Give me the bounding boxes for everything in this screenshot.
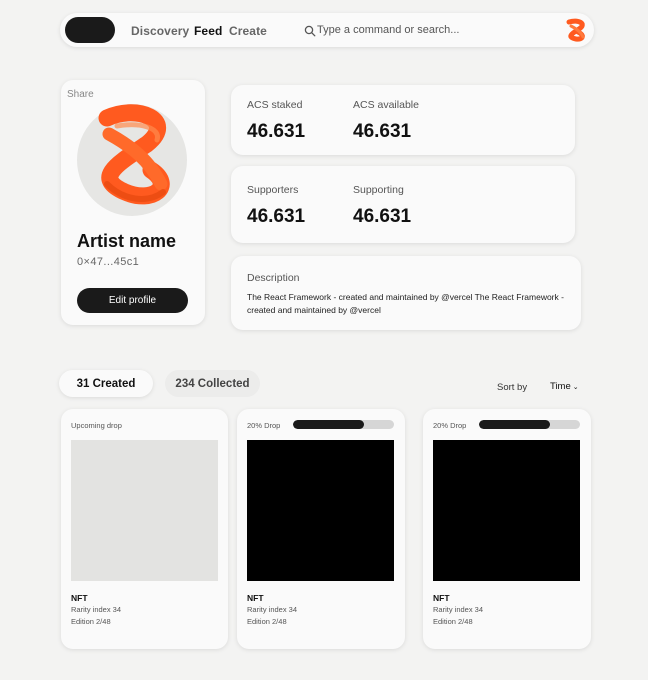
nft-title: NFT: [433, 593, 450, 603]
support-stats-card: Supporters 46.631 Supporting 46.631: [231, 166, 575, 243]
drop-progress-fill: [293, 420, 364, 429]
supporting-label: Supporting: [353, 184, 404, 196]
search-icon: [304, 25, 316, 37]
nft-title: NFT: [71, 593, 88, 603]
nft-edition: Edition 2/48: [71, 617, 111, 626]
acs-available-value: 46.631: [353, 121, 412, 142]
profile-avatar: [77, 104, 187, 216]
description-label: Description: [247, 272, 300, 284]
nft-rarity: Rarity index 34: [71, 605, 122, 614]
profile-page: Discovery Feed Create Share Artist name …: [0, 0, 648, 680]
user-avatar-icon[interactable]: [563, 17, 589, 43]
acs-stats-card: ACS staked 46.631 ACS available 46.631: [231, 85, 575, 155]
nft-image: [71, 440, 218, 581]
nav-link-create[interactable]: Create: [229, 24, 267, 38]
drop-progress-bar: [479, 420, 580, 429]
wallet-address: 0×47...45c1: [77, 256, 140, 268]
drop-progress-fill: [479, 420, 550, 429]
acs-staked-label: ACS staked: [247, 99, 303, 111]
profile-card: Share Artist name 0×47...45c1 Edit profi…: [61, 80, 205, 325]
drop-progress-bar: [293, 420, 394, 429]
chevron-down-icon: ⌄: [572, 384, 579, 391]
tab-collected[interactable]: 234 Collected: [165, 370, 260, 397]
nft-title: NFT: [247, 593, 264, 603]
sort-value: Time: [550, 381, 571, 392]
nft-image: [247, 440, 394, 581]
nft-edition: Edition 2/48: [433, 617, 473, 626]
top-nav: Discovery Feed Create: [60, 13, 594, 47]
nav-link-feed[interactable]: Feed: [194, 24, 222, 38]
nft-edition: Edition 2/48: [247, 617, 287, 626]
description-text: The React Framework - created and mainta…: [247, 292, 564, 315]
drop-label: 20% Drop: [247, 421, 281, 430]
supporters-value[interactable]: 46.631: [247, 206, 305, 228]
sort-label: Sort by: [497, 382, 528, 393]
nft-rarity: Rarity index 34: [433, 605, 484, 614]
nft-image: [433, 440, 580, 581]
nft-rarity: Rarity index 34: [247, 605, 298, 614]
tab-created[interactable]: 31 Created: [59, 370, 153, 397]
drop-label: 20% Drop: [433, 421, 467, 430]
edit-profile-button[interactable]: Edit profile: [77, 288, 188, 313]
acs-available-label: ACS available: [353, 99, 419, 111]
description-card: Description The React Framework - create…: [231, 256, 581, 330]
supporters-label: Supporters: [247, 184, 299, 196]
nft-card[interactable]: 20% Drop NFT Rarity index 34 Edition 2/4…: [423, 409, 591, 649]
artist-name: Artist name: [77, 231, 177, 251]
nft-card[interactable]: Upcoming drop NFT Rarity index 34 Editio…: [61, 409, 228, 649]
drop-label: Upcoming drop: [71, 421, 122, 430]
logo-pill[interactable]: [65, 17, 115, 43]
share-link[interactable]: Share: [67, 89, 94, 100]
nft-card[interactable]: 20% Drop NFT Rarity index 34 Edition 2/4…: [237, 409, 405, 649]
supporting-value[interactable]: 46.631: [353, 206, 411, 228]
acs-staked-value: 46.631: [247, 121, 306, 142]
nav-link-discovery[interactable]: Discovery: [131, 24, 189, 38]
search-input[interactable]: [317, 22, 517, 38]
sort-dropdown[interactable]: Time ⌄: [550, 381, 579, 392]
